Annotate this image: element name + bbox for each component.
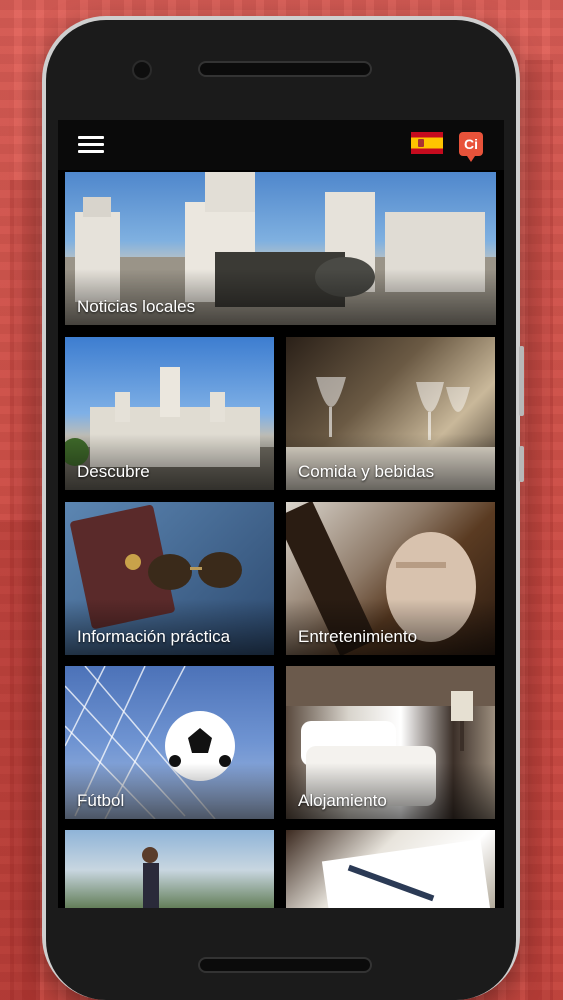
tile-descubre[interactable]: Descubre [65, 337, 274, 490]
bottom-speaker [198, 957, 372, 973]
volume-button [519, 346, 524, 416]
tile-partial-right[interactable] [286, 830, 495, 908]
tile-label: Noticias locales [77, 297, 196, 316]
spain-flag-icon[interactable] [411, 132, 443, 154]
person-landscape-image [142, 847, 159, 908]
top-bar: Ci [58, 120, 504, 170]
tile-label: Comida y bebidas [298, 462, 435, 481]
tile-label: Fútbol [77, 791, 125, 810]
tile-label: Alojamiento [298, 791, 387, 810]
tile-label: Entretenimiento [298, 627, 418, 646]
tile-informacion-practica[interactable]: Información práctica [65, 502, 274, 655]
tile-partial-left[interactable] [65, 830, 274, 908]
power-button [519, 446, 524, 482]
tile-entretenimiento[interactable]: Entretenimiento [286, 502, 495, 655]
tile-futbol[interactable]: Fútbol [65, 666, 274, 819]
front-camera [132, 60, 152, 80]
top-speaker [198, 61, 372, 77]
tile-comida-y-bebidas[interactable]: Comida y bebidas [286, 337, 495, 490]
ci-button[interactable]: Ci [459, 132, 483, 162]
tile-noticias-locales[interactable]: Noticias locales [65, 172, 496, 325]
hamburger-menu-icon[interactable] [78, 136, 104, 156]
tile-label: Descubre [77, 462, 150, 481]
tile-label: Información práctica [77, 627, 231, 646]
pen-notebook-image [321, 839, 491, 908]
tile-alojamiento[interactable]: Alojamiento [286, 666, 495, 819]
app-screen: Ci Noticias locales Descubre Comida y be… [58, 120, 504, 908]
